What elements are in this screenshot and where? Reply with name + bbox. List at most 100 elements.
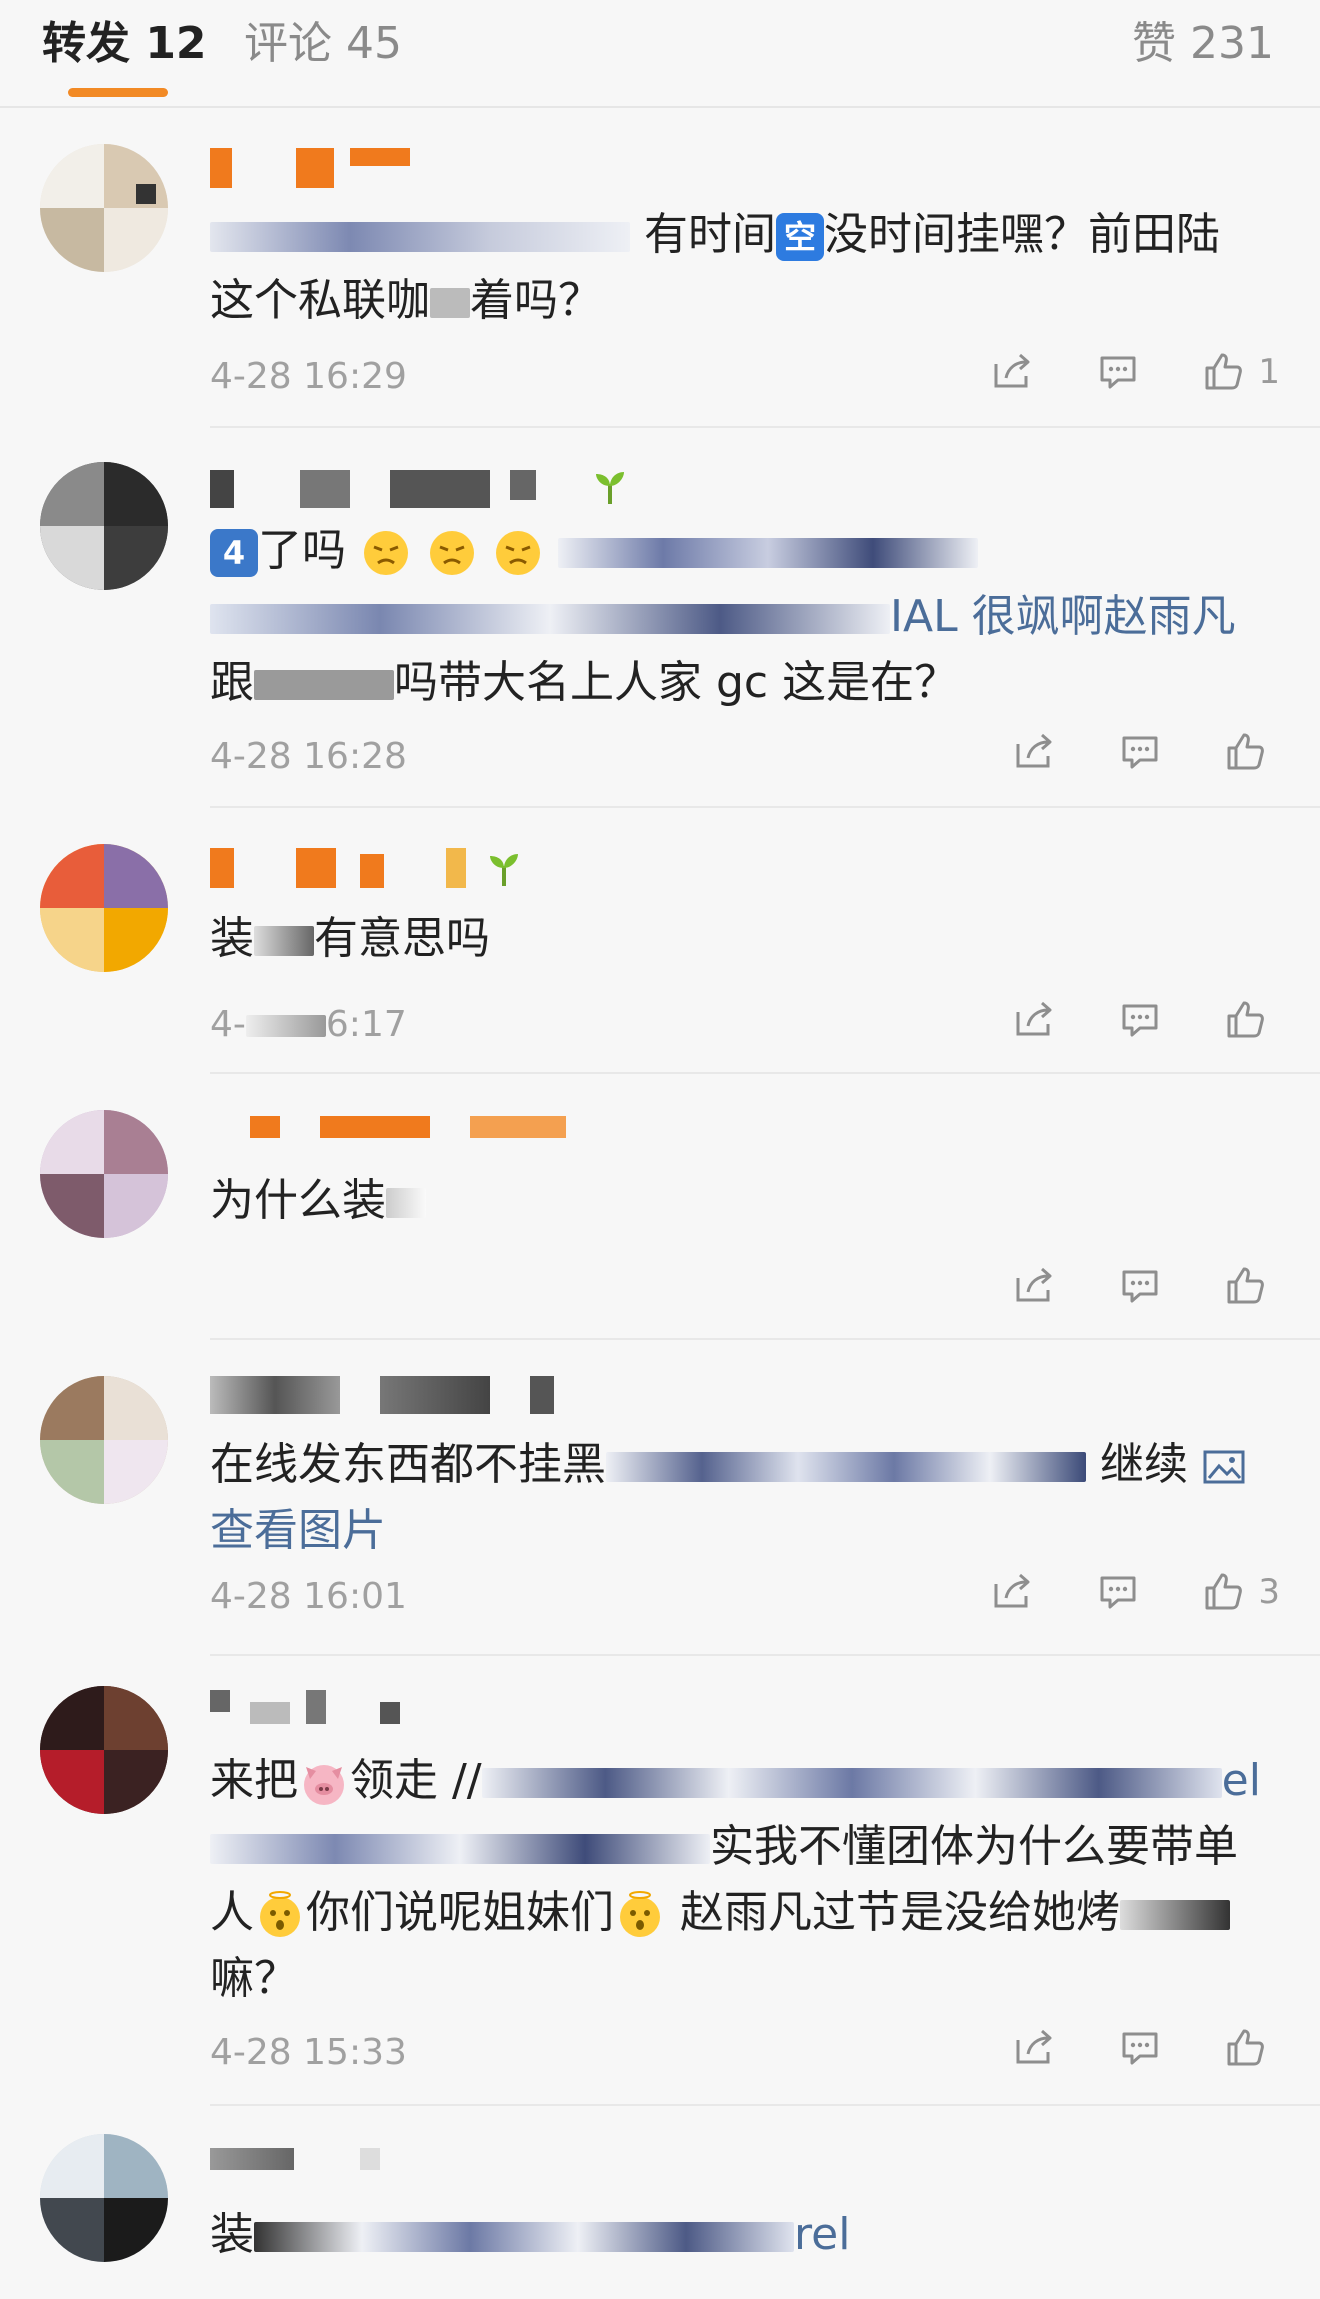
username[interactable] (210, 1690, 410, 1734)
action-bar (950, 1256, 1280, 1316)
share-icon (1016, 1267, 1052, 1302)
share-button[interactable] (1012, 1264, 1056, 1308)
comment-text: 在线发东西都不挂黑 继续 查看图片 (210, 1432, 1290, 1564)
avatar[interactable] (40, 1376, 168, 1504)
comment-item: 在线发东西都不挂黑 继续 查看图片 4-28 16:01 3 (0, 1340, 1320, 1656)
emoji-surprised (620, 1891, 660, 1937)
action-bar (950, 2018, 1280, 2078)
comment-button[interactable] (1096, 1570, 1140, 1614)
share-button[interactable] (1012, 2026, 1056, 2070)
active-tab-indicator (68, 88, 168, 97)
mention-blur[interactable] (254, 2222, 794, 2252)
comment-item: 为什么装 (0, 1074, 1320, 1340)
timestamp: 4-28 15:33 (210, 2032, 407, 2073)
comment-button[interactable] (1118, 1264, 1162, 1308)
emoji-pig (304, 1765, 344, 1805)
comment-text: 4 了吗 IAL 很飒啊赵雨凡 跟吗带大名上人家 gc 这是在？ (210, 525, 1236, 708)
comment-item: 有时间空没时间挂嘿？前田陆 这个私联咖 着吗？ 4-28 16:29 1 (0, 108, 1320, 428)
like-icon (1205, 1573, 1243, 1610)
timestamp: 4-28 16:01 (210, 1576, 407, 1617)
share-icon (994, 353, 1030, 388)
like-icon (1227, 1267, 1264, 1304)
username[interactable] (210, 1372, 610, 1416)
comment-icon (1122, 1004, 1158, 1037)
like-button[interactable] (1224, 730, 1280, 774)
seedling-icon (596, 472, 624, 504)
emoji-surprised (260, 1891, 300, 1937)
seedling-icon (490, 854, 518, 886)
comment-icon (1100, 356, 1136, 389)
comment-text: 装 rel (210, 2209, 851, 2260)
like-icon (1205, 353, 1243, 390)
comment-icon (1122, 1270, 1158, 1303)
like-button[interactable] (1224, 1264, 1280, 1308)
avatar[interactable] (40, 844, 168, 972)
avatar[interactable] (40, 462, 168, 590)
action-bar (950, 990, 1280, 1050)
username[interactable] (210, 848, 530, 892)
view-image-link[interactable]: 查看图片 (210, 1505, 386, 1556)
like-icon (1227, 733, 1264, 770)
comment-icon (1122, 2032, 1158, 2065)
like-count: 1 (1258, 352, 1280, 392)
comment-text: 为什么装 (210, 1168, 1290, 1234)
emoji-angry (496, 531, 540, 575)
action-bar (950, 722, 1280, 782)
username[interactable] (210, 466, 650, 510)
avatar[interactable] (40, 1110, 168, 1238)
mention-blur[interactable] (558, 538, 978, 568)
mention-blur[interactable] (210, 604, 890, 634)
share-button[interactable] (990, 350, 1034, 394)
comment-item: 装 rel (0, 2106, 1320, 2299)
like-button[interactable] (1224, 998, 1280, 1042)
emoji-angry (364, 531, 408, 575)
emoji-badge: 空 (776, 213, 824, 261)
comment-button[interactable] (1118, 998, 1162, 1042)
mention-blur[interactable] (210, 222, 630, 252)
image-icon (1203, 1450, 1245, 1484)
tab-likes[interactable]: 赞 231 (1132, 18, 1274, 70)
mention-blur[interactable] (606, 1452, 1086, 1482)
tab-bar: 转发 12 评论 45 赞 231 (0, 0, 1320, 108)
comment-button[interactable] (1118, 730, 1162, 774)
comment-text: 来把 领走 //el 实我不懂团体为什么要带单 人你们说呢姐妹们 赵雨凡过节是没给… (210, 1755, 1261, 2004)
share-icon (994, 1573, 1030, 1608)
comment-text: 装有意思吗 (210, 913, 490, 964)
action-bar: 1 (928, 342, 1280, 402)
comment-item: 来把 领走 //el 实我不懂团体为什么要带单 人你们说呢姐妹们 赵雨凡过节是没给… (0, 1656, 1320, 2106)
like-count: 3 (1258, 1572, 1280, 1612)
comment-item: 4 了吗 IAL 很飒啊赵雨凡 跟吗带大名上人家 gc 这是在？ 4-28 16:… (0, 428, 1320, 808)
share-icon (1016, 1001, 1052, 1036)
share-icon (1016, 2029, 1052, 2064)
mention-blur[interactable] (210, 1834, 710, 1864)
timestamp: 4-28 16:28 (210, 736, 407, 777)
comment-item: 装有意思吗 4- 6:17 (0, 808, 1320, 1074)
comment-icon (1100, 1576, 1136, 1609)
like-icon (1227, 1001, 1264, 1038)
tab-repost[interactable]: 转发 12 (42, 18, 207, 70)
emoji-badge: 4 (210, 529, 258, 577)
tab-comments[interactable]: 评论 45 (244, 18, 402, 70)
timestamp: 4- 6:17 (210, 1004, 407, 1045)
avatar[interactable] (40, 1686, 168, 1814)
username[interactable] (210, 1116, 570, 1160)
action-bar: 3 (928, 1562, 1280, 1622)
like-icon (1227, 2029, 1264, 2066)
emoji-angry (430, 531, 474, 575)
avatar[interactable] (40, 2134, 168, 2262)
like-button[interactable]: 3 (1202, 1570, 1280, 1614)
avatar[interactable] (40, 144, 168, 272)
like-button[interactable] (1224, 2026, 1280, 2070)
comment-icon (1122, 736, 1158, 769)
comment-button[interactable] (1096, 350, 1140, 394)
username[interactable] (210, 148, 420, 192)
comment-button[interactable] (1118, 2026, 1162, 2070)
share-button[interactable] (1012, 998, 1056, 1042)
share-icon (1016, 733, 1052, 768)
share-button[interactable] (990, 1570, 1034, 1614)
timestamp: 4-28 16:29 (210, 356, 407, 397)
mention-blur[interactable] (481, 1768, 1222, 1798)
like-button[interactable]: 1 (1202, 350, 1280, 394)
username[interactable] (210, 2148, 390, 2192)
share-button[interactable] (1012, 730, 1056, 774)
